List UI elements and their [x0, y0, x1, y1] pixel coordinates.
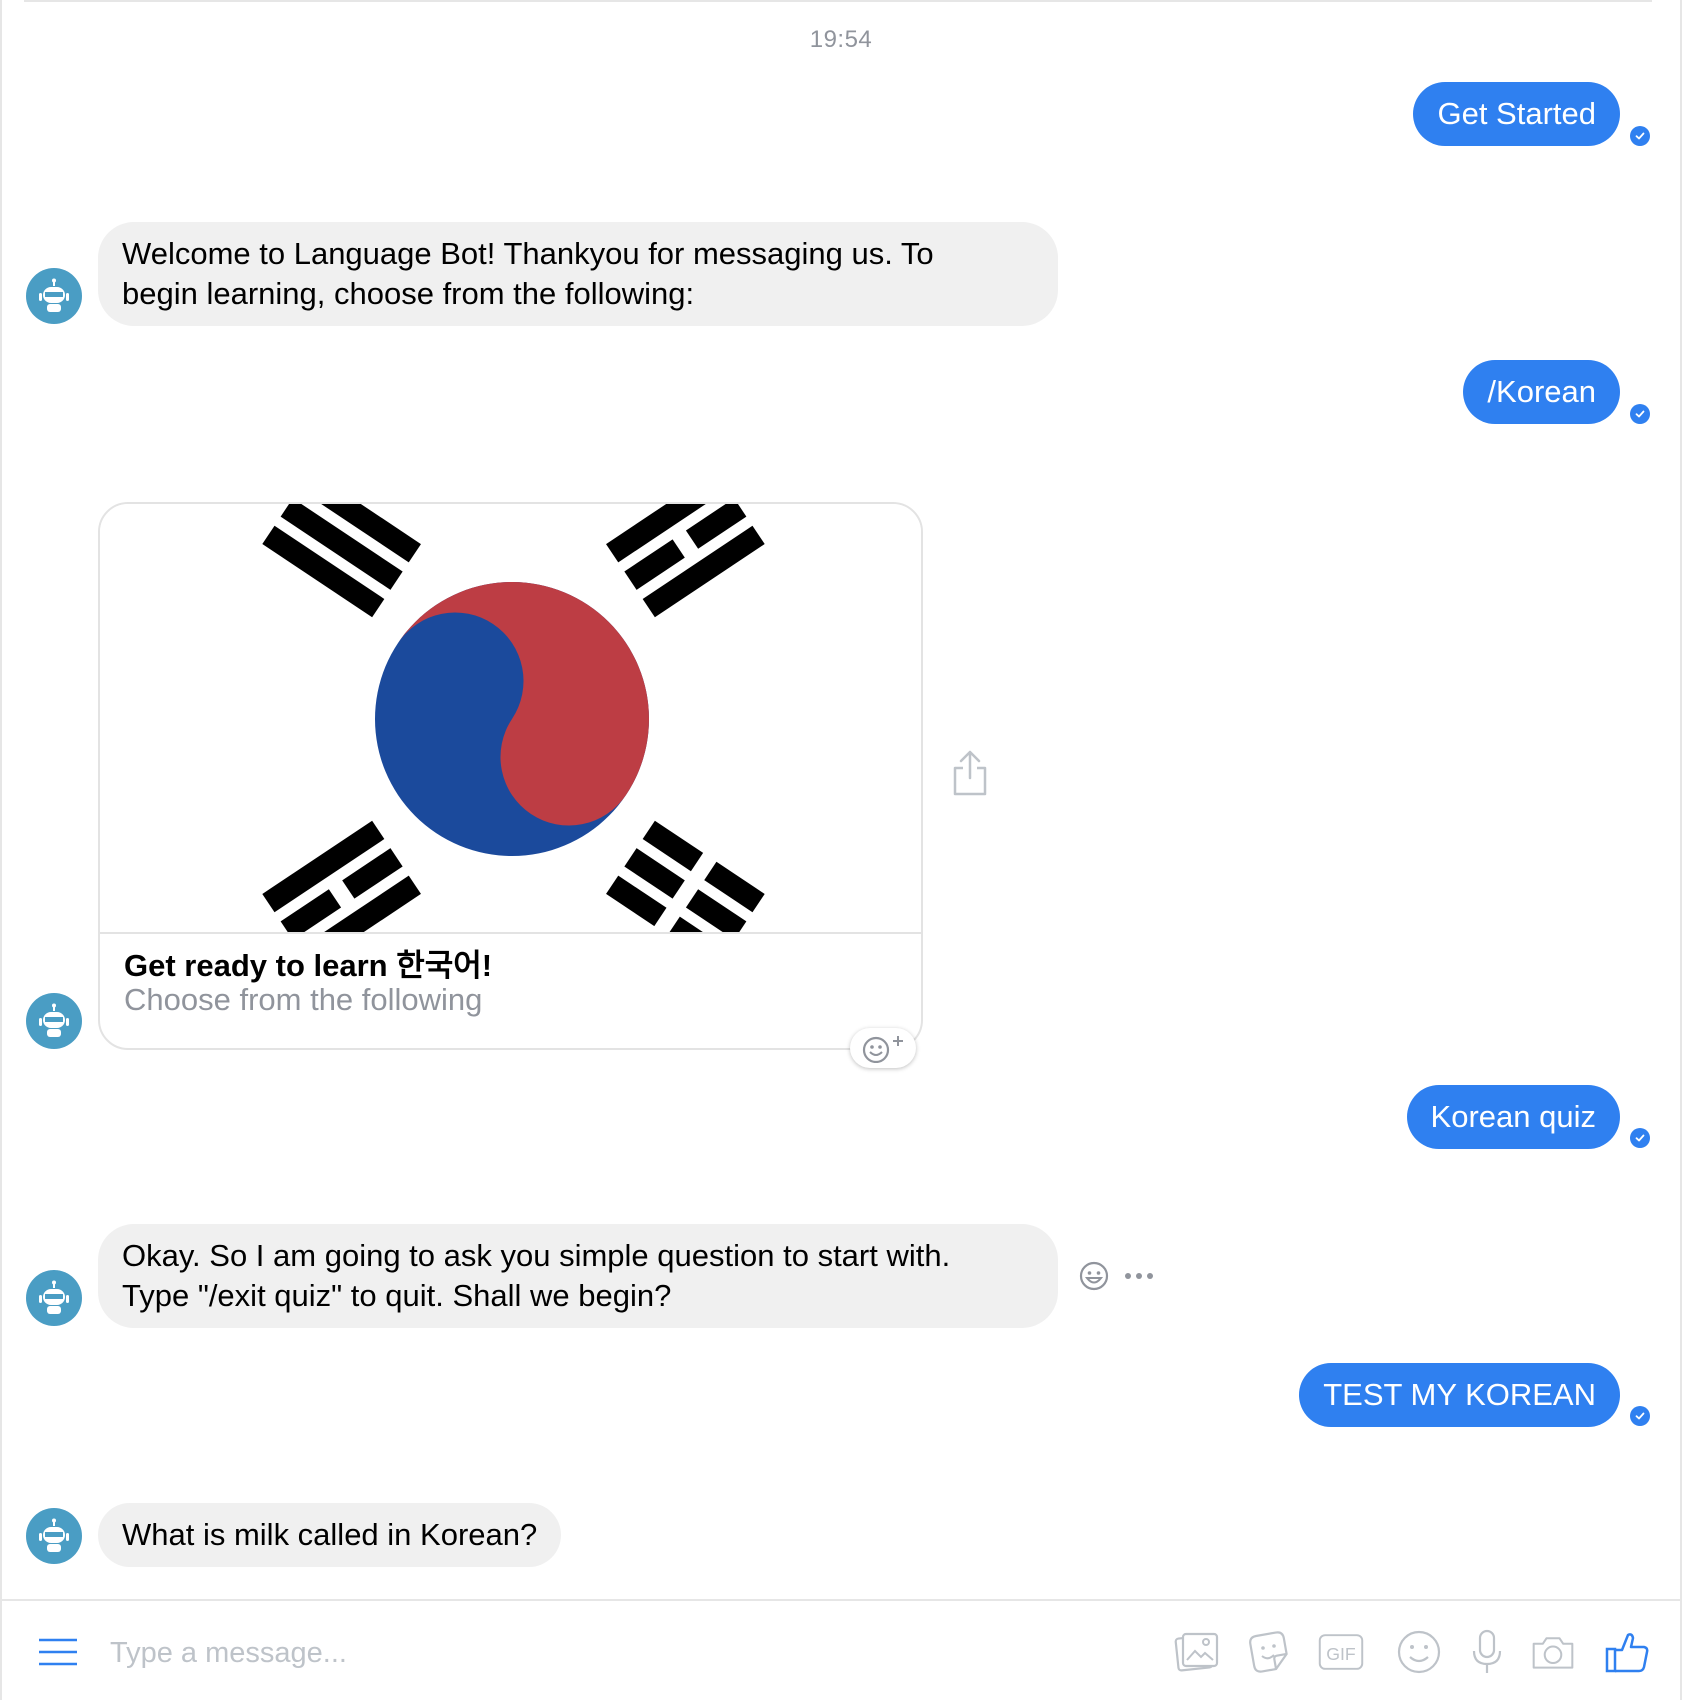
sticker-icon[interactable] [1246, 1629, 1292, 1675]
message-line: Type "/exit quiz" to quit. Shall we begi… [122, 1278, 672, 1313]
card-divider [100, 932, 921, 934]
message-composer: GIF [0, 1601, 1682, 1700]
message-timestamp: 19:54 [809, 26, 873, 53]
delivered-check-icon [1630, 126, 1650, 146]
gif-icon[interactable]: GIF [1318, 1629, 1364, 1675]
messenger-window: 19:54 Get Started Welcome to Language Bo… [0, 0, 1682, 1700]
robot-icon [39, 278, 69, 312]
robot-icon [39, 1003, 69, 1037]
left-border [0, 0, 2, 1700]
bot-avatar[interactable] [26, 1508, 82, 1564]
robot-icon [39, 1280, 69, 1314]
outgoing-message-korean-quiz[interactable]: Korean quiz [1406, 1085, 1620, 1149]
card-subtitle: Choose from the following [124, 982, 483, 1017]
outgoing-message-get-started[interactable]: Get Started [1413, 82, 1620, 146]
bot-avatar[interactable] [26, 993, 82, 1049]
menu-icon[interactable] [38, 1637, 78, 1667]
outgoing-message-test-my-korean[interactable]: TEST MY KOREAN [1299, 1363, 1620, 1427]
photo-icon[interactable] [1174, 1629, 1220, 1675]
thumbs-up-icon[interactable] [1604, 1629, 1650, 1675]
share-icon[interactable] [952, 750, 988, 796]
bot-avatar[interactable] [26, 1270, 82, 1326]
incoming-message-quiz-intro[interactable]: Okay. So I am going to ask you simple qu… [98, 1224, 1058, 1328]
incoming-message-welcome[interactable]: Welcome to Language Bot! Thankyou for me… [98, 222, 1058, 326]
delivered-check-icon [1630, 404, 1650, 424]
south-korea-flag-image [100, 504, 921, 933]
incoming-message-milk-question[interactable]: What is milk called in Korean? [98, 1503, 562, 1567]
generic-template-card[interactable]: Get ready to learn 한국어! Choose from the … [98, 502, 923, 1050]
svg-text:GIF: GIF [1326, 1644, 1356, 1664]
card-title: Get ready to learn 한국어! [124, 948, 493, 983]
top-divider [24, 0, 1652, 2]
message-input[interactable] [108, 1627, 1092, 1679]
reaction-icon[interactable] [1078, 1260, 1110, 1292]
more-options-icon[interactable] [1124, 1271, 1154, 1281]
bot-avatar[interactable] [26, 268, 82, 324]
message-actions [1078, 1260, 1154, 1292]
emoji-icon[interactable] [1396, 1629, 1442, 1675]
message-line: begin learning, choose from the followin… [122, 276, 695, 311]
emoji-plus-icon [862, 1036, 903, 1063]
message-line: Welcome to Language Bot! Thankyou for me… [122, 236, 934, 271]
microphone-icon[interactable] [1464, 1629, 1510, 1675]
outgoing-message-korean[interactable]: /Korean [1463, 360, 1620, 424]
robot-icon [39, 1518, 69, 1552]
message-line: Okay. So I am going to ask you simple qu… [122, 1238, 951, 1273]
delivered-check-icon [1630, 1128, 1650, 1148]
camera-icon[interactable] [1530, 1629, 1576, 1675]
delivered-check-icon [1630, 1406, 1650, 1426]
add-reaction-button[interactable] [850, 1028, 916, 1068]
